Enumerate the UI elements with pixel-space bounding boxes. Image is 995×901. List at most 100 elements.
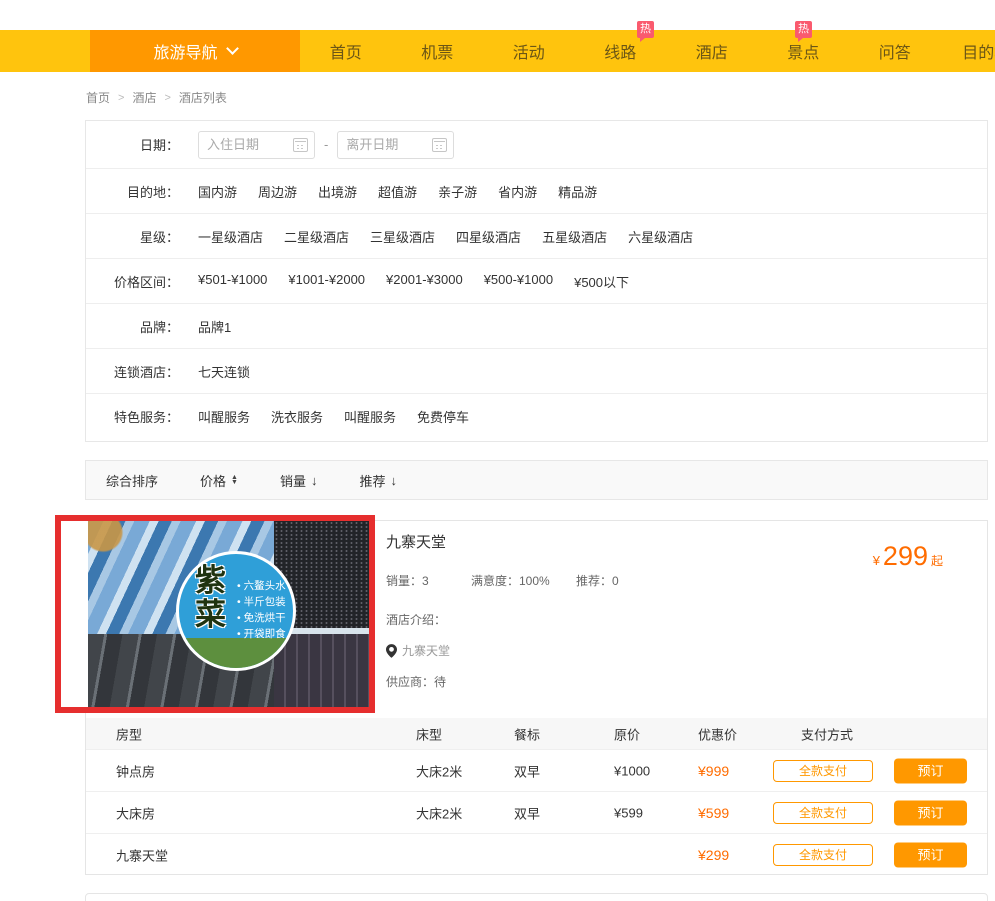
filter-option[interactable]: 出境游 xyxy=(318,182,357,201)
filter-option[interactable]: 亲子游 xyxy=(438,182,477,201)
calendar-icon[interactable] xyxy=(293,138,308,152)
filter-options-brand: 品牌1 xyxy=(198,317,231,336)
filter-option[interactable]: 叫醒服务 xyxy=(198,407,250,426)
filter-label-brand: 品牌： xyxy=(86,317,179,336)
col-discount-price: 优惠价 xyxy=(698,724,737,743)
nav-item-flights[interactable]: 机票 xyxy=(392,30,484,72)
breadcrumb-home[interactable]: 首页 xyxy=(86,89,110,106)
filter-option[interactable]: 超值游 xyxy=(378,182,417,201)
table-row: 九寨天堂 ¥299 全款支付 预订 xyxy=(86,833,987,876)
full-payment-button[interactable]: 全款支付 xyxy=(773,760,873,782)
travel-nav-menu-button[interactable]: 旅游导航 xyxy=(90,30,300,72)
filter-option[interactable]: 省内游 xyxy=(498,182,537,201)
col-meal: 餐标 xyxy=(514,724,540,743)
discount-price: ¥599 xyxy=(698,805,729,821)
filter-label-chain: 连锁酒店： xyxy=(86,362,179,381)
book-button[interactable]: 预订 xyxy=(894,800,967,825)
sort-recommend[interactable]: 推荐 ↓ xyxy=(359,471,397,490)
book-button[interactable]: 预订 xyxy=(894,758,967,783)
price-value: 299 xyxy=(883,541,928,572)
location-pin-icon xyxy=(386,644,397,658)
filter-option[interactable]: ¥500-¥1000 xyxy=(484,272,553,291)
full-payment-button[interactable]: 全款支付 xyxy=(773,802,873,824)
filter-option[interactable]: 周边游 xyxy=(258,182,297,201)
photo-circle-green-band xyxy=(179,638,293,668)
hot-badge-attractions: 热 xyxy=(795,21,812,38)
chevron-down-icon xyxy=(226,42,239,55)
filter-label-date: 日期： xyxy=(86,135,179,154)
meal: 双早 xyxy=(514,803,540,822)
hotel-image[interactable]: 紫菜 六鳌头水 半斤包装 免洗烘干 开袋即食 xyxy=(88,521,369,707)
hotel-image-highlight-frame: 紫菜 六鳌头水 半斤包装 免洗烘干 开袋即食 xyxy=(55,515,375,713)
hotel-location: 九寨天堂 xyxy=(386,642,619,659)
breadcrumb-separator: > xyxy=(164,92,170,104)
hotel-stats: 销量：3 满意度：100% 推荐：0 xyxy=(386,572,619,589)
hotel-info: 九寨天堂 销量：3 满意度：100% 推荐：0 酒店介绍： 九寨天堂 供应商：待 xyxy=(386,531,619,690)
nav-item-destinations[interactable]: 目的地 xyxy=(941,30,995,72)
photo-bullet: 免洗烘干 xyxy=(237,610,286,626)
filter-label-services: 特色服务： xyxy=(86,407,179,426)
filter-option[interactable]: ¥501-¥1000 xyxy=(198,272,267,291)
discount-price: ¥299 xyxy=(698,847,729,863)
calendar-icon[interactable] xyxy=(432,138,447,152)
breadcrumb-hotel-list: 酒店列表 xyxy=(179,89,227,106)
filter-option[interactable]: 国内游 xyxy=(198,182,237,201)
room-type: 钟点房 xyxy=(116,761,155,780)
sort-recommend-label: 推荐 xyxy=(359,471,385,490)
filter-option[interactable]: ¥500以下 xyxy=(574,272,629,291)
filter-option[interactable]: 七天连锁 xyxy=(198,362,250,381)
hotel-location-text: 九寨天堂 xyxy=(402,642,450,659)
filter-option[interactable]: ¥2001-¥3000 xyxy=(386,272,463,291)
nav-item-qa[interactable]: 问答 xyxy=(849,30,941,72)
filter-option[interactable]: 叫醒服务 xyxy=(344,407,396,426)
meal: 双早 xyxy=(514,761,540,780)
filter-option[interactable]: 二星级酒店 xyxy=(284,227,349,246)
filter-option[interactable]: 精品游 xyxy=(558,182,597,201)
filter-row-chain: 连锁酒店： 七天连锁 xyxy=(86,349,987,394)
filter-option[interactable]: 洗衣服务 xyxy=(271,407,323,426)
col-bed-type: 床型 xyxy=(416,724,442,743)
filter-option[interactable]: 免费停车 xyxy=(417,407,469,426)
hotel-intro-label: 酒店介绍： xyxy=(386,611,619,628)
filter-options-star: 一星级酒店 二星级酒店 三星级酒店 四星级酒店 五星级酒店 六星级酒店 xyxy=(198,227,693,246)
sort-price[interactable]: 价格 ▲ ▼ xyxy=(200,471,238,490)
nav-item-activities[interactable]: 活动 xyxy=(483,30,575,72)
filter-row-destination: 目的地： 国内游 周边游 出境游 超值游 亲子游 省内游 精品游 xyxy=(86,169,987,214)
bed-type: 大床2米 xyxy=(416,761,462,780)
bed-type: 大床2米 xyxy=(416,803,462,822)
filter-options-destination: 国内游 周边游 出境游 超值游 亲子游 省内游 精品游 xyxy=(198,182,597,201)
col-original-price: 原价 xyxy=(614,724,640,743)
filter-row-services: 特色服务： 叫醒服务 洗衣服务 叫醒服务 免费停车 xyxy=(86,394,987,439)
filter-option[interactable]: 六星级酒店 xyxy=(628,227,693,246)
hotel-price: ¥ 299 起 xyxy=(873,541,943,572)
hotel-name[interactable]: 九寨天堂 xyxy=(386,531,619,552)
breadcrumb-hotel[interactable]: 酒店 xyxy=(132,89,156,106)
filter-option[interactable]: 一星级酒店 xyxy=(198,227,263,246)
filter-option[interactable]: 五星级酒店 xyxy=(542,227,607,246)
sort-sales[interactable]: 销量 ↓ xyxy=(280,471,318,490)
page: 旅游导航 首页 机票 活动 线路 酒店 景点 问答 目的地 热 热 首页 > 酒… xyxy=(0,0,995,901)
photo-bullet: 六鳌头水 xyxy=(237,578,286,594)
nav-item-hotels[interactable]: 酒店 xyxy=(666,30,758,72)
breadcrumb-separator: > xyxy=(118,92,124,104)
filter-option[interactable]: 三星级酒店 xyxy=(370,227,435,246)
top-navbar: 旅游导航 首页 机票 活动 线路 酒店 景点 问答 目的地 xyxy=(0,30,995,72)
book-button[interactable]: 预订 xyxy=(894,843,967,868)
filter-label-price: 价格区间： xyxy=(86,272,179,291)
room-type: 九寨天堂 xyxy=(116,846,168,865)
nav-item-home[interactable]: 首页 xyxy=(300,30,392,72)
filter-label-destination: 目的地： xyxy=(86,182,179,201)
checkout-date-field xyxy=(337,131,454,159)
date-range-dash: - xyxy=(324,137,328,152)
filter-option[interactable]: 品牌1 xyxy=(198,317,231,336)
filter-option[interactable]: 四星级酒店 xyxy=(456,227,521,246)
full-payment-button[interactable]: 全款支付 xyxy=(773,844,873,866)
original-price: ¥599 xyxy=(614,805,643,820)
photo-brand-text: 紫菜 xyxy=(195,564,228,632)
filter-option[interactable]: ¥1001-¥2000 xyxy=(288,272,365,291)
sort-updown-icon: ▲ ▼ xyxy=(231,475,238,485)
sort-default[interactable]: 综合排序 xyxy=(106,471,158,490)
sort-price-label: 价格 xyxy=(200,471,226,490)
price-currency: ¥ xyxy=(873,553,880,568)
hotel-supplier: 供应商：待 xyxy=(386,673,619,690)
